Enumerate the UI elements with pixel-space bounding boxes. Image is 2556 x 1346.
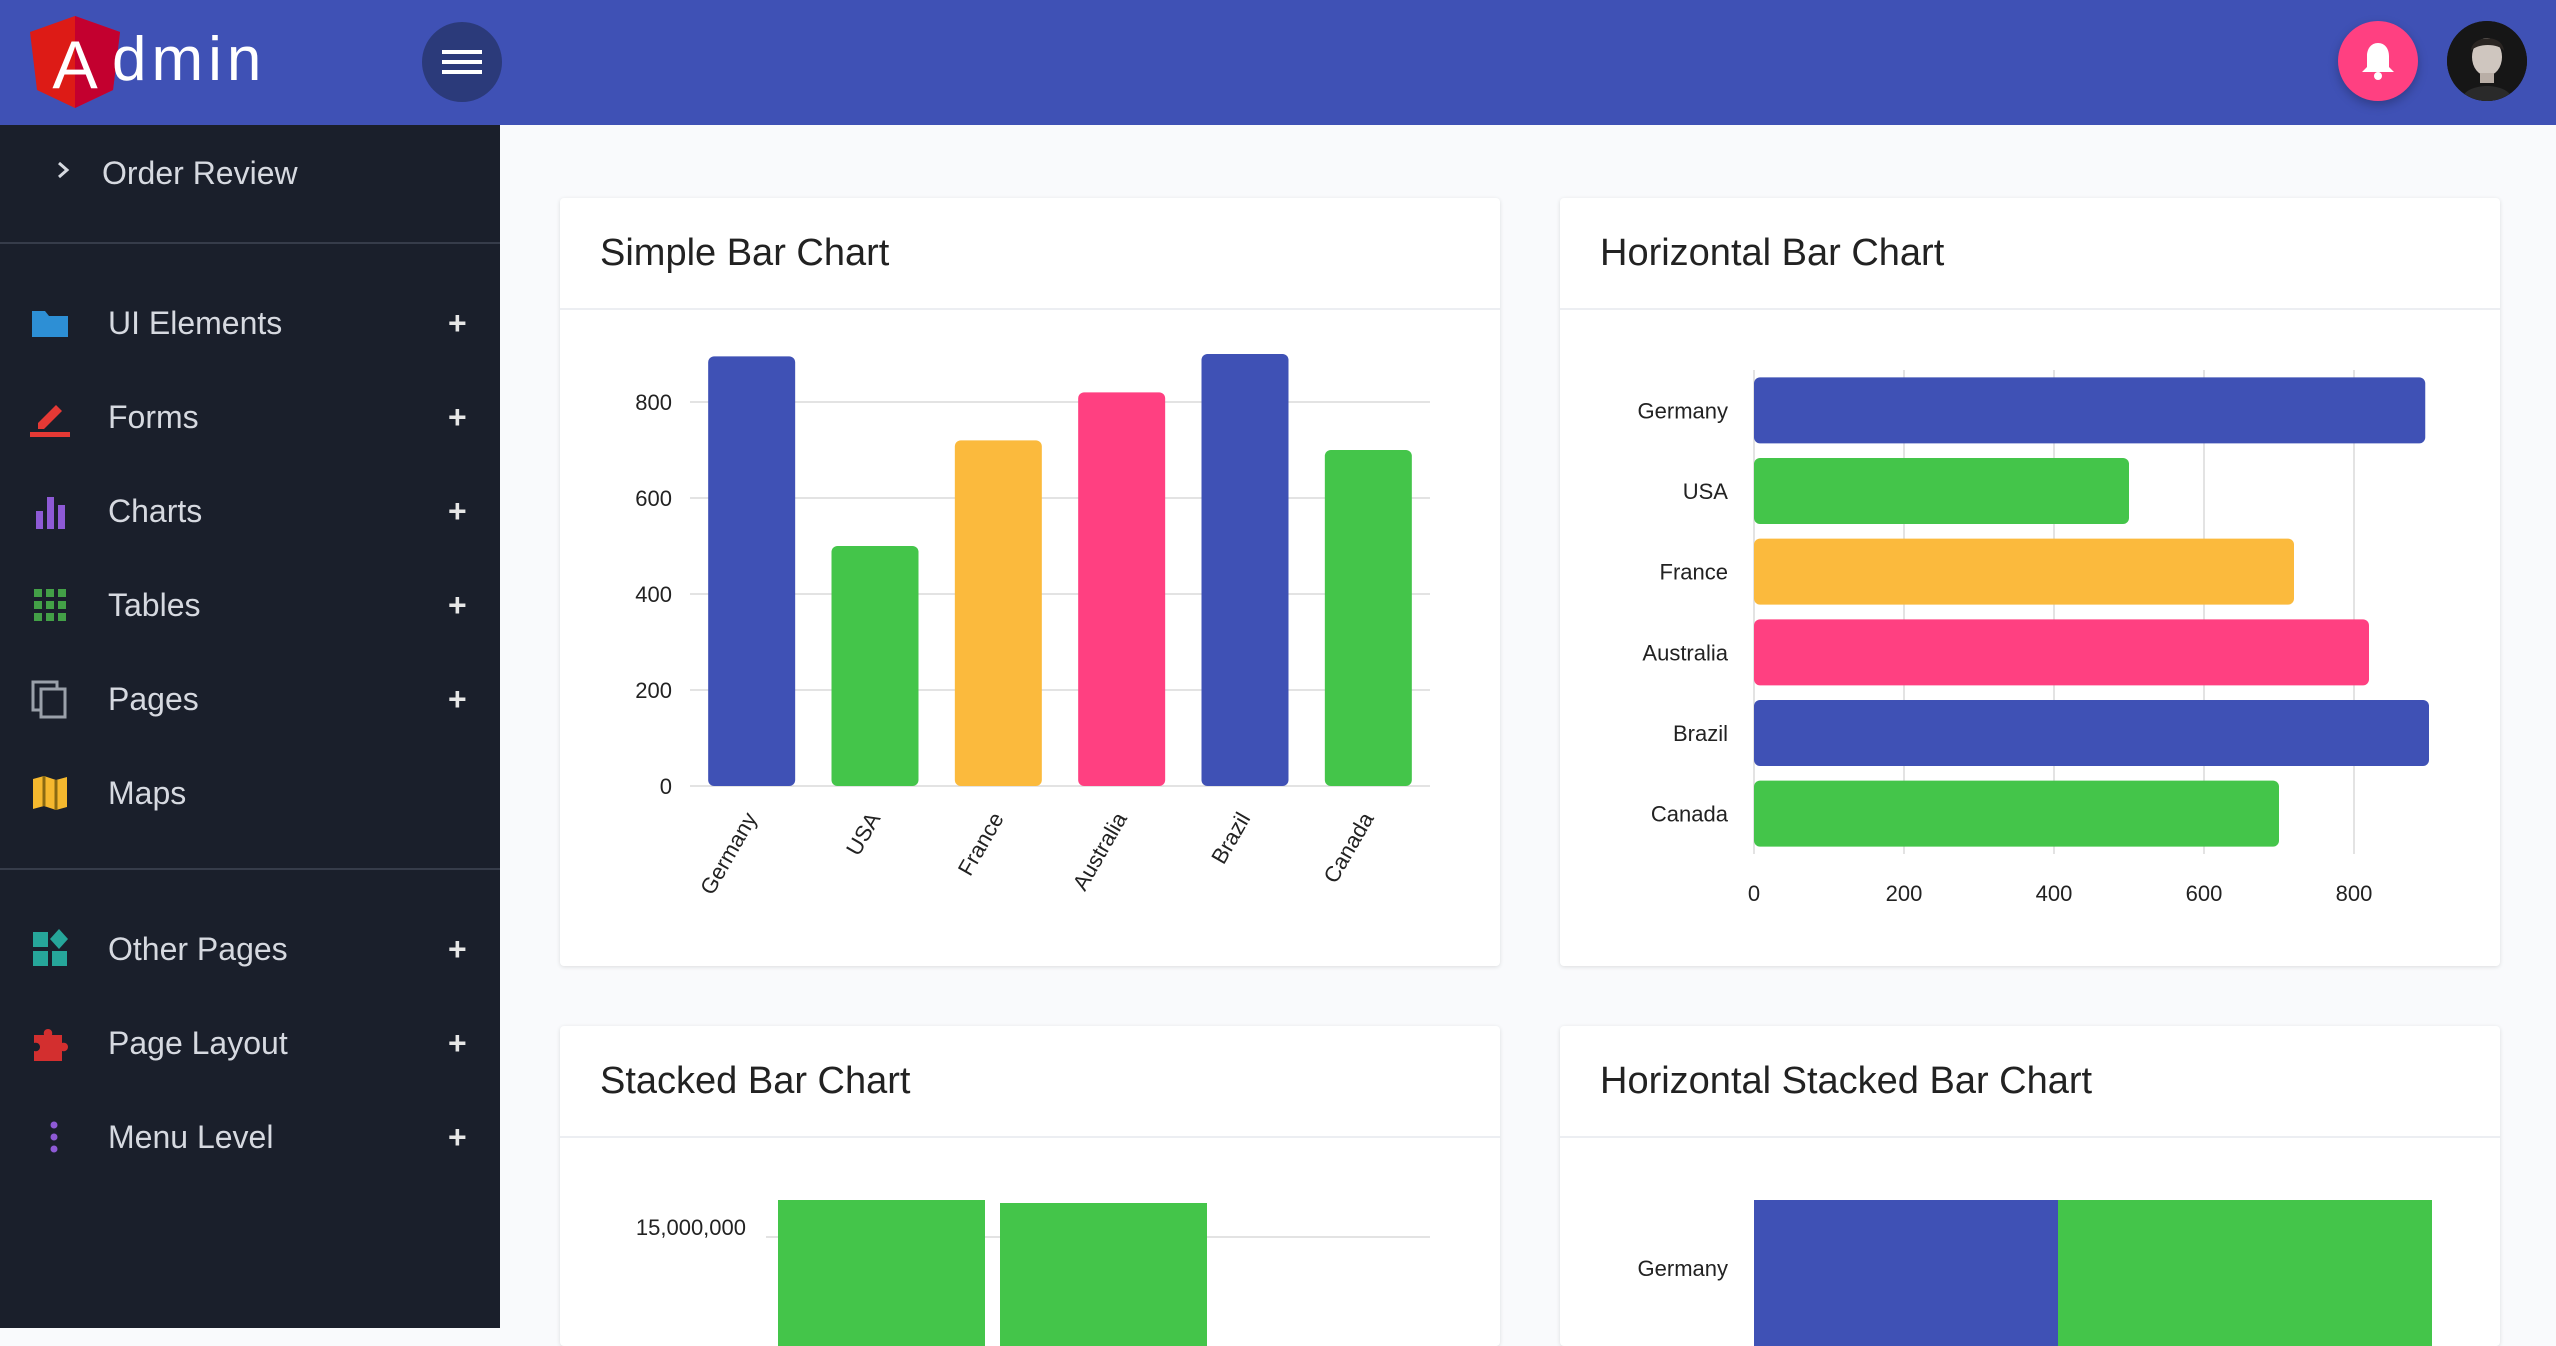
user-avatar[interactable]	[2447, 21, 2527, 101]
sidebar-item-label: Charts	[108, 493, 203, 529]
sidebar-item-tables[interactable]: Tables +	[0, 569, 500, 639]
y-tick-label: 200	[635, 678, 672, 703]
chevron-right-icon	[58, 161, 70, 179]
top-bar: A dmin	[0, 0, 2556, 125]
category-label: Brazil	[1673, 721, 1728, 746]
sidebar-item-ui-elements[interactable]: UI Elements +	[0, 287, 500, 357]
map-icon	[33, 776, 67, 810]
x-tick-label: Australia	[1068, 807, 1133, 894]
bar	[1324, 450, 1412, 786]
bell-icon	[2362, 43, 2394, 80]
y-tick-label: 600	[635, 486, 672, 511]
x-tick-label: 0	[1748, 881, 1760, 906]
sidebar-item-label: Order Review	[102, 155, 298, 191]
notifications-button[interactable]	[2338, 21, 2418, 101]
category-label: USA	[1683, 479, 1729, 504]
sidebar-item-page-layout[interactable]: Page Layout +	[0, 1007, 500, 1077]
sidebar-item-order-review[interactable]: Order Review	[0, 137, 500, 207]
sidebar-item-label: Pages	[108, 681, 199, 717]
category-label: Germany	[1638, 1256, 1728, 1281]
category-label: Australia	[1642, 640, 1728, 665]
x-tick-label: 200	[1886, 881, 1923, 906]
stacked-bar-chart: 15,000,000	[636, 1200, 1430, 1346]
pencil-icon	[30, 405, 70, 437]
sidebar-item-label: Tables	[108, 587, 201, 623]
sidebar-item-label: Page Layout	[108, 1025, 288, 1061]
stacked-bar-segment	[1754, 1200, 2058, 1346]
simple-bar-chart: 0 200 400 600 800 Germany USA France Australia Br…	[635, 354, 1430, 899]
expand-icon[interactable]: +	[448, 585, 467, 625]
sidebar-item-maps[interactable]: Maps	[0, 757, 500, 827]
sidebar-divider	[0, 868, 500, 870]
y-tick-label: 0	[660, 774, 672, 799]
stacked-bar-segment	[778, 1200, 985, 1346]
bar	[954, 440, 1042, 786]
x-tick-label: 400	[2036, 881, 2073, 906]
horizontal-bar-chart-card: Horizontal Bar Chart 0 200 400 600 800 German…	[1560, 198, 2500, 966]
logo-letter: A	[52, 27, 98, 103]
puzzle-icon	[34, 1029, 68, 1061]
sidebar-item-forms[interactable]: Forms +	[0, 381, 500, 451]
category-label: France	[1660, 560, 1728, 585]
menu-toggle-button[interactable]	[422, 22, 502, 102]
y-tick-label: 800	[635, 390, 672, 415]
horizontal-stacked-bar-chart: Germany	[1638, 1200, 2432, 1346]
angular-logo-icon[interactable]: A	[30, 16, 120, 108]
sidebar-item-menu-level[interactable]: Menu Level +	[0, 1101, 500, 1171]
x-tick-label: Brazil	[1206, 808, 1255, 868]
stacked-bar-segment	[2058, 1200, 2432, 1346]
bar	[1754, 700, 2429, 766]
x-tick-label: 800	[2336, 881, 2373, 906]
bar	[1754, 377, 2426, 444]
more-vert-icon	[50, 1121, 58, 1153]
expand-icon[interactable]: +	[448, 929, 467, 969]
sidebar-item-label: Menu Level	[108, 1119, 274, 1155]
avatar-image	[2447, 21, 2527, 101]
bar	[1754, 780, 2279, 847]
x-tick-label: 600	[2186, 881, 2223, 906]
expand-icon[interactable]: +	[448, 679, 467, 719]
sidebar-item-label: UI Elements	[108, 305, 283, 341]
simple-bar-chart-card: Simple Bar Chart 0 200 400 600 800 Germany USA…	[560, 198, 1500, 966]
category-label: Canada	[1651, 802, 1729, 827]
x-tick-label: USA	[841, 808, 885, 860]
y-tick-label: 400	[635, 582, 672, 607]
expand-icon[interactable]: +	[448, 303, 467, 343]
bar-chart-icon	[36, 497, 65, 529]
hamburger-icon	[442, 50, 482, 74]
bar	[708, 356, 796, 786]
expand-icon[interactable]: +	[448, 1023, 467, 1063]
folder-icon	[32, 311, 68, 337]
sidebar-item-charts[interactable]: Charts +	[0, 475, 500, 545]
x-tick-label: Germany	[695, 808, 762, 899]
app-title: dmin	[112, 25, 267, 94]
x-tick-label: France	[953, 808, 1009, 880]
grid-icon	[34, 589, 66, 621]
expand-icon[interactable]: +	[448, 397, 467, 437]
expand-icon[interactable]: +	[448, 1117, 467, 1157]
bar	[1201, 354, 1289, 786]
bar	[1754, 619, 2369, 686]
sidebar-item-label: Forms	[108, 399, 199, 435]
horizontal-stacked-bar-chart-card: Horizontal Stacked Bar Chart Germany	[1560, 1026, 2500, 1346]
y-tick-label: 15,000,000	[636, 1215, 746, 1240]
x-tick-label: Canada	[1318, 807, 1379, 887]
expand-icon[interactable]: +	[448, 491, 467, 531]
sidebar-divider	[0, 242, 500, 244]
sidebar-item-other-pages[interactable]: Other Pages +	[0, 913, 500, 983]
bar	[1754, 538, 2294, 605]
stacked-bar-chart-card: Stacked Bar Chart 15,000,000	[560, 1026, 1500, 1346]
bar	[831, 546, 919, 786]
category-label: Germany	[1638, 398, 1728, 423]
bar	[1078, 392, 1166, 786]
bar	[1754, 458, 2129, 524]
sidebar: Order Review UI Elements + Forms + Chart…	[0, 125, 500, 1328]
horizontal-bar-chart: 0 200 400 600 800 Germany USA France Australia Br…	[1638, 370, 2429, 906]
sidebar-item-pages[interactable]: Pages +	[0, 663, 500, 733]
sidebar-item-label: Other Pages	[108, 931, 288, 967]
copy-icon	[31, 680, 67, 719]
widgets-icon	[33, 929, 68, 966]
sidebar-item-label: Maps	[108, 775, 187, 811]
stacked-bar-segment	[1000, 1203, 1207, 1346]
